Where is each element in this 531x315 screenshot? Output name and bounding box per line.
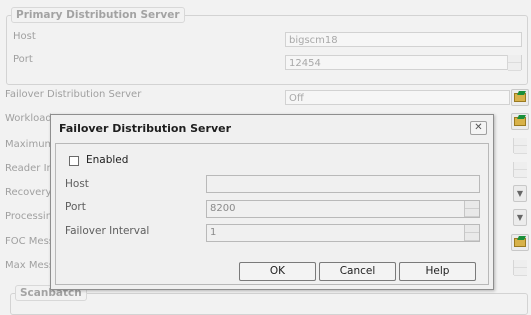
dialog-port-spinner[interactable] <box>464 201 479 217</box>
dialog-port-field[interactable]: 8200 <box>206 200 480 218</box>
failover-distribution-server-field[interactable]: Off <box>285 90 510 105</box>
primary-distribution-server-title: Primary Distribution Server <box>11 7 185 23</box>
dialog-title: Failover Distribution Server <box>59 122 231 135</box>
close-icon: ✕ <box>474 122 483 133</box>
primary-port-spinner[interactable] <box>507 55 521 71</box>
max-message-spinner[interactable] <box>513 260 527 276</box>
reader-label: Reader In <box>5 163 53 174</box>
workload-browse-button[interactable] <box>511 113 529 130</box>
reader-spinner[interactable] <box>513 162 527 178</box>
ok-button[interactable]: OK <box>239 262 316 281</box>
primary-port-field[interactable]: 12454 <box>285 55 522 70</box>
dialog-port-label: Port <box>65 201 86 213</box>
folder-open-icon <box>514 93 526 102</box>
failover-interval-spinner[interactable] <box>464 225 479 241</box>
primary-host-field[interactable]: bigscm18 <box>285 32 522 47</box>
processing-dropdown[interactable]: ▼ <box>513 209 527 226</box>
primary-distribution-server-group <box>6 15 528 85</box>
folder-open-icon <box>514 117 526 126</box>
primary-host-label: Host <box>13 31 36 42</box>
failover-interval-label: Failover Interval <box>65 225 150 237</box>
cancel-button[interactable]: Cancel <box>319 262 396 281</box>
folder-open-icon <box>514 238 526 247</box>
maximum-spinner[interactable] <box>513 138 527 154</box>
recovery-label: Recovery <box>5 187 52 198</box>
max-message-label: Max Mess <box>5 260 55 271</box>
processing-label: Processin <box>5 211 53 222</box>
scanbatch-group <box>10 293 528 315</box>
foc-browse-button[interactable] <box>511 234 529 251</box>
failover-distribution-server-label: Failover Distribution Server <box>5 89 142 100</box>
dialog-host-label: Host <box>65 178 89 190</box>
dialog-host-field[interactable] <box>206 175 480 193</box>
recovery-dropdown[interactable]: ▼ <box>513 185 527 202</box>
failover-interval-field[interactable]: 1 <box>206 224 480 242</box>
close-button[interactable]: ✕ <box>470 121 487 135</box>
chevron-down-icon: ▼ <box>516 213 524 222</box>
enabled-checkbox[interactable] <box>69 156 79 166</box>
foc-message-label: FOC Mess <box>5 236 54 247</box>
help-button[interactable]: Help <box>399 262 476 281</box>
chevron-down-icon: ▼ <box>516 189 524 198</box>
failover-distribution-server-dialog: Failover Distribution Server ✕ Enabled H… <box>50 114 494 290</box>
failover-browse-button[interactable] <box>511 89 529 106</box>
primary-port-label: Port <box>13 54 33 65</box>
maximum-label: Maximum <box>5 139 55 150</box>
enabled-label: Enabled <box>86 154 129 166</box>
